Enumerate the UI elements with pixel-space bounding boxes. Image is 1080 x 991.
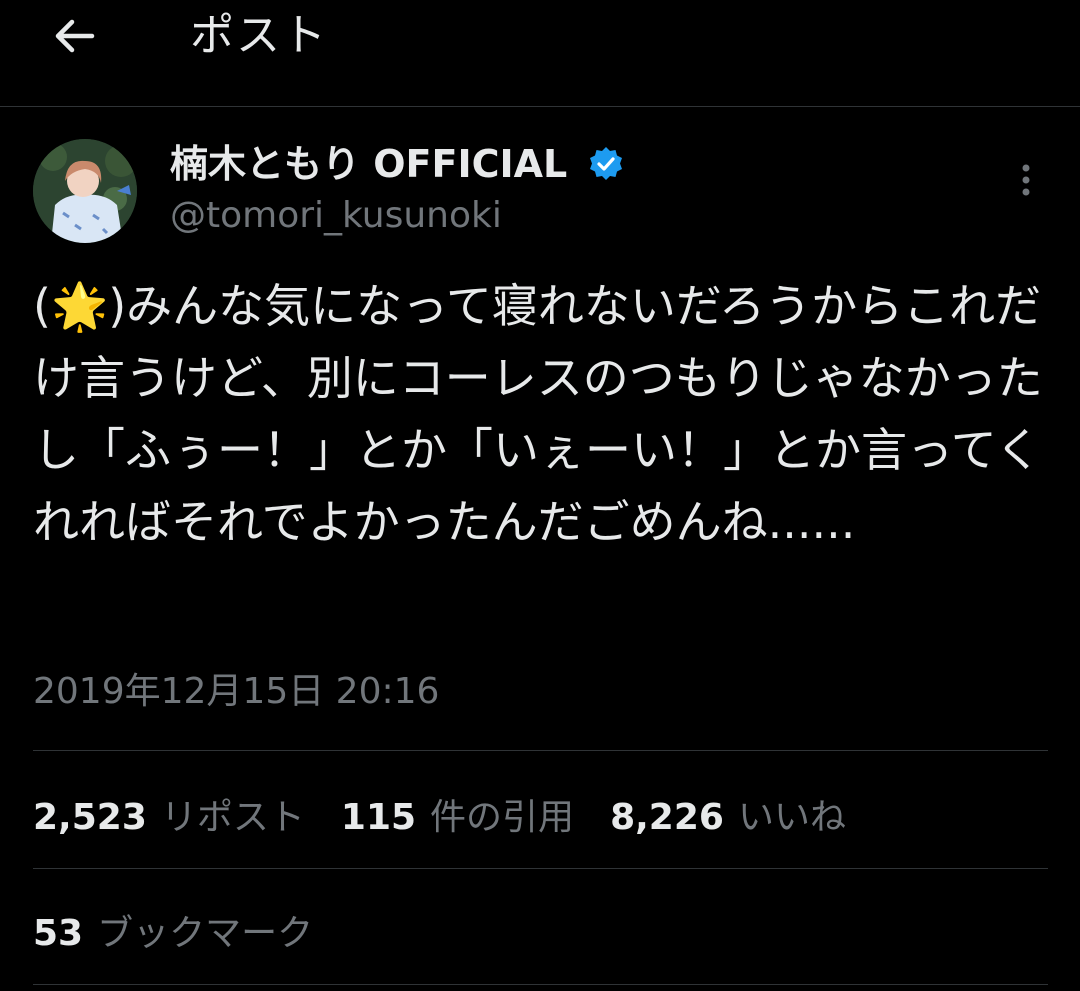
divider bbox=[33, 868, 1048, 869]
bookmark-count-link[interactable]: 53 ブックマーク bbox=[33, 904, 313, 956]
page-title: ポスト bbox=[190, 10, 328, 61]
tweet-timestamp[interactable]: 2019年12月15日 20:16 bbox=[33, 664, 439, 720]
repost-count: 2,523 bbox=[33, 797, 147, 838]
avatar[interactable] bbox=[33, 139, 137, 243]
engagement-stats: 2,523 リポスト 115 件の引用 8,226 いいね bbox=[33, 784, 882, 844]
tweet-text: (🌟)みんな気になって寝れないだろうからこれだけ言うけど、別にコーレスのつもりじ… bbox=[33, 279, 1043, 549]
divider bbox=[33, 750, 1048, 751]
quote-count-link[interactable]: 115 件の引用 bbox=[341, 788, 574, 840]
author-display-name[interactable]: 楠木ともり OFFICIAL bbox=[170, 140, 567, 188]
back-button[interactable] bbox=[46, 8, 102, 64]
verified-badge-icon bbox=[590, 147, 622, 180]
bookmark-label: ブックマーク bbox=[97, 913, 314, 954]
quote-label: 件の引用 bbox=[430, 797, 575, 838]
repost-label: リポスト bbox=[160, 797, 305, 838]
more-vertical-icon bbox=[1022, 164, 1030, 196]
like-count-link[interactable]: 8,226 いいね bbox=[610, 788, 846, 840]
like-label: いいね bbox=[737, 797, 846, 838]
repost-count-link[interactable]: 2,523 リポスト bbox=[33, 788, 305, 840]
quote-count: 115 bbox=[340, 797, 417, 838]
bookmark-count: 53 bbox=[33, 913, 84, 954]
arrow-left-icon bbox=[55, 19, 95, 53]
bookmark-stats: 53 ブックマーク bbox=[33, 900, 349, 960]
like-count: 8,226 bbox=[610, 797, 724, 838]
more-options-button[interactable] bbox=[1006, 160, 1046, 200]
top-bar: ポスト bbox=[0, 0, 1080, 107]
divider bbox=[33, 984, 1048, 985]
author-handle[interactable]: @tomori_kusunoki bbox=[170, 192, 502, 240]
